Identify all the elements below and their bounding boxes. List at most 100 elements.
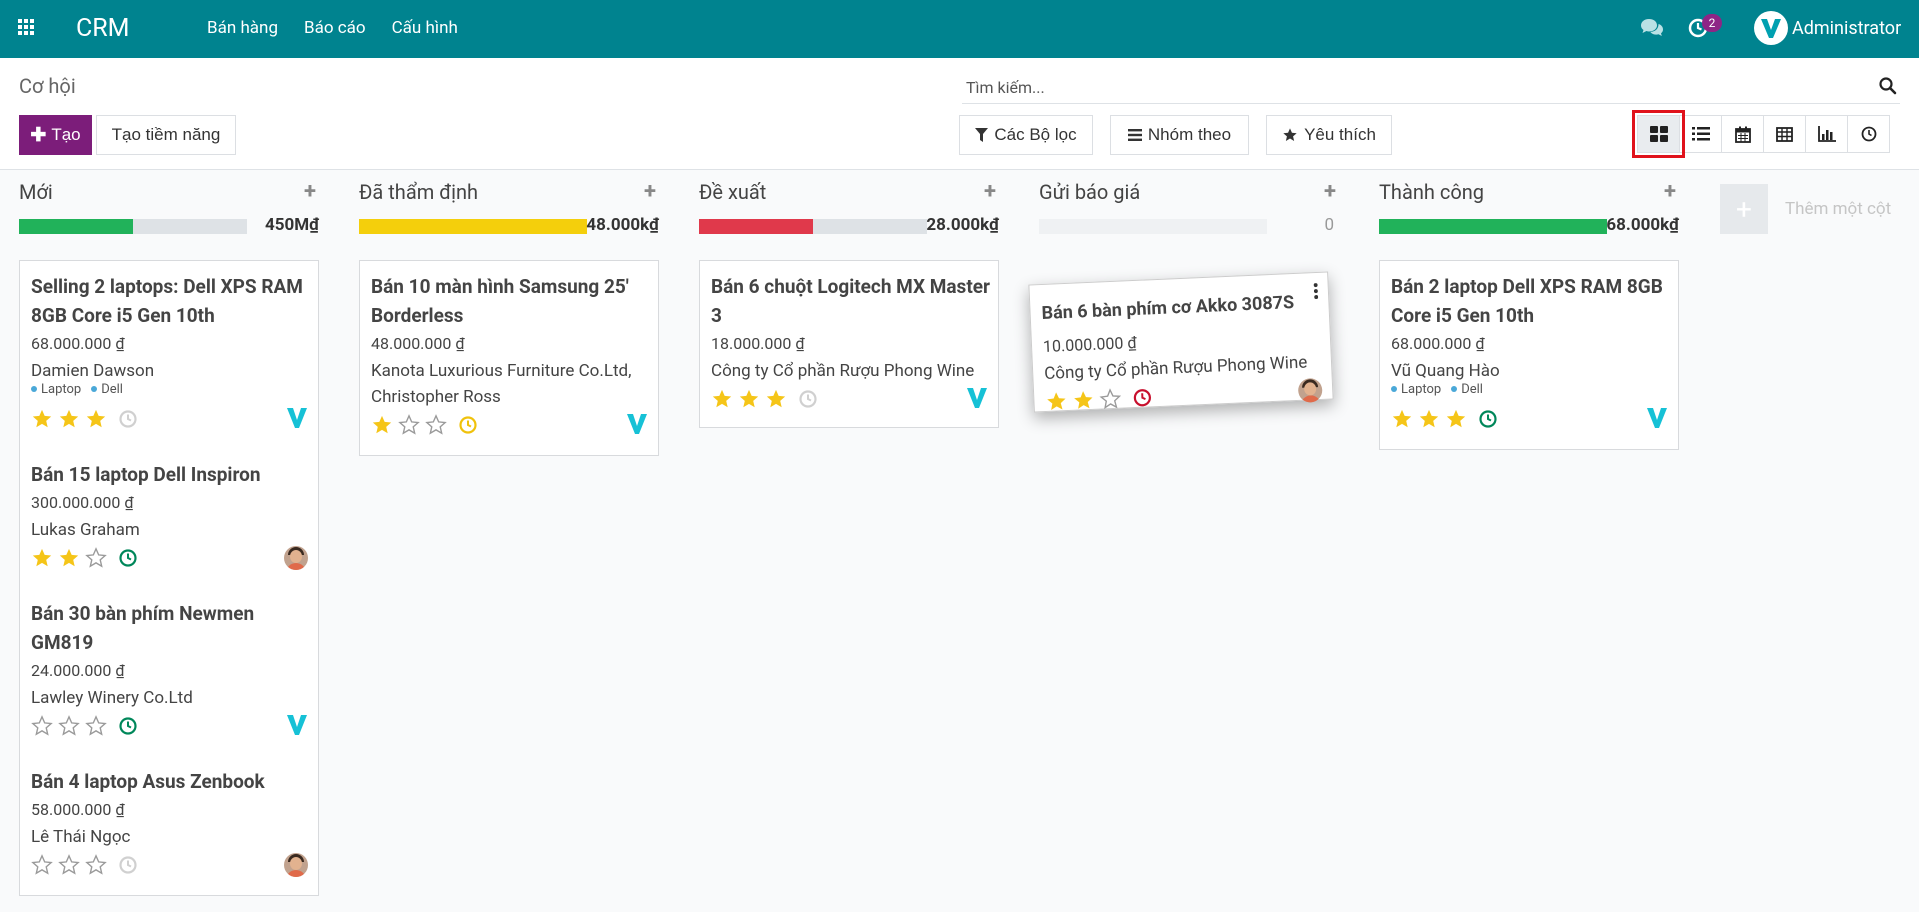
activity-clock-icon[interactable] (118, 855, 138, 875)
star-empty-icon[interactable] (58, 854, 80, 876)
activity-clock-icon[interactable] (458, 415, 478, 435)
kanban-card[interactable]: Bán 6 chuột Logitech MX Master 3 18.000.0… (699, 260, 999, 428)
apps-menu-icon[interactable] (18, 19, 36, 37)
activity-view-button[interactable] (1847, 115, 1890, 153)
progress-segment[interactable] (1379, 219, 1607, 234)
kanban-card[interactable]: Bán 15 laptop Dell Inspiron 300.000.000 ₫… (19, 449, 319, 589)
column-quick-create-icon[interactable]: + (984, 179, 996, 204)
avatar[interactable] (1297, 377, 1323, 403)
column-progress-bar[interactable] (1039, 219, 1267, 234)
column-quick-create-icon[interactable]: + (1664, 179, 1676, 204)
star-filled-icon[interactable] (31, 547, 53, 569)
star-filled-icon[interactable] (1445, 408, 1467, 430)
card-assignee[interactable] (284, 853, 308, 877)
star-empty-icon[interactable] (58, 715, 80, 737)
column-title[interactable]: Đã thẩm định (359, 180, 478, 204)
star-filled-icon[interactable] (31, 408, 53, 430)
star-filled-icon[interactable] (85, 408, 107, 430)
kanban-card[interactable]: Bán 2 laptop Dell XPS RAM 8GB Core i5 Ge… (1379, 260, 1679, 450)
user-avatar[interactable] (1754, 11, 1788, 45)
search-input[interactable] (966, 76, 1846, 98)
favorites-button[interactable]: Yêu thích (1266, 115, 1392, 155)
card-assignee[interactable] (1646, 406, 1668, 434)
v-logo-icon[interactable] (1646, 406, 1668, 430)
card-assignee[interactable] (966, 386, 988, 414)
pivot-view-button[interactable] (1763, 115, 1806, 153)
app-brand[interactable]: CRM (76, 14, 130, 43)
v-logo-icon[interactable] (626, 412, 648, 436)
progress-segment[interactable] (19, 219, 133, 234)
card-menu-icon[interactable] (1313, 283, 1319, 303)
progress-segment[interactable] (699, 219, 813, 234)
kanban-view-button[interactable] (1632, 110, 1685, 158)
column-title[interactable]: Mới (19, 180, 53, 204)
search-icon[interactable] (1878, 76, 1898, 96)
star-filled-icon[interactable] (711, 388, 733, 410)
column-progress-bar[interactable] (359, 219, 587, 234)
user-name[interactable]: Administrator (1792, 18, 1901, 39)
star-empty-icon[interactable] (398, 414, 420, 436)
column-progress-bar[interactable] (1379, 219, 1607, 234)
activity-clock-icon[interactable] (798, 389, 818, 409)
v-logo-icon[interactable] (286, 713, 308, 737)
star-filled-icon[interactable] (1045, 390, 1068, 413)
star-empty-icon[interactable] (425, 414, 447, 436)
star-filled-icon[interactable] (1418, 408, 1440, 430)
star-filled-icon[interactable] (371, 414, 393, 436)
star-filled-icon[interactable] (1391, 408, 1413, 430)
card-assignee[interactable] (286, 406, 308, 434)
avatar[interactable] (284, 546, 308, 570)
v-logo-icon[interactable] (286, 406, 308, 430)
kanban-card[interactable]: Bán 4 laptop Asus Zenbook 58.000.000 ₫ Lê … (19, 756, 319, 896)
column-quick-create-icon[interactable]: + (1324, 179, 1336, 204)
star-empty-icon[interactable] (1099, 388, 1122, 411)
star-filled-icon[interactable] (765, 388, 787, 410)
star-empty-icon[interactable] (85, 715, 107, 737)
add-column-label[interactable]: Thêm một cột (1785, 199, 1891, 219)
v-logo-icon[interactable] (966, 386, 988, 410)
star-empty-icon[interactable] (31, 854, 53, 876)
activity-clock-icon[interactable] (1478, 409, 1498, 429)
card-assignee[interactable] (626, 412, 648, 440)
menu-item-sales[interactable]: Bán hàng (207, 18, 278, 38)
groupby-button[interactable]: Nhóm theo (1110, 115, 1249, 155)
column-title[interactable]: Thành công (1379, 180, 1484, 204)
card-assignee[interactable] (1297, 377, 1323, 403)
star-filled-icon[interactable] (1072, 389, 1095, 412)
star-filled-icon[interactable] (738, 388, 760, 410)
kanban-card[interactable]: Selling 2 laptops: Dell XPS RAM 8GB Core… (19, 260, 319, 450)
star-empty-icon[interactable] (85, 854, 107, 876)
activity-clock-icon[interactable] (118, 548, 138, 568)
kanban-card[interactable]: Bán 10 màn hình Samsung 25' Borderless 48… (359, 260, 659, 456)
star-empty-icon[interactable] (85, 547, 107, 569)
progress-segment[interactable] (359, 219, 587, 234)
list-view-button[interactable] (1679, 115, 1722, 153)
star-empty-icon[interactable] (31, 715, 53, 737)
column-title[interactable]: Gửi báo giá (1039, 180, 1140, 204)
add-column-button[interactable]: + (1720, 184, 1768, 234)
card-assignee[interactable] (284, 546, 308, 570)
column-progress-bar[interactable] (19, 219, 247, 234)
tag[interactable]: Laptop (1391, 382, 1441, 397)
kanban-card[interactable]: Bán 30 bàn phím Newmen GM819 24.000.000 ₫… (19, 588, 319, 757)
column-title[interactable]: Đề xuất (699, 180, 766, 204)
activity-clock-icon[interactable] (1132, 387, 1153, 408)
star-filled-icon[interactable] (58, 547, 80, 569)
graph-view-button[interactable] (1805, 115, 1848, 153)
column-progress-bar[interactable] (699, 219, 927, 234)
star-filled-icon[interactable] (58, 408, 80, 430)
menu-item-reports[interactable]: Báo cáo (304, 18, 366, 38)
calendar-view-button[interactable] (1721, 115, 1764, 153)
kanban-card[interactable]: Bán 6 bàn phím cơ Akko 3087S 10.000.000 ₫… (1028, 271, 1334, 413)
chat-icon[interactable] (1640, 17, 1664, 39)
column-quick-create-icon[interactable]: + (304, 179, 316, 204)
activity-clock-icon[interactable] (118, 409, 138, 429)
column-quick-create-icon[interactable]: + (644, 179, 656, 204)
tag[interactable]: Dell (91, 382, 123, 397)
create-button[interactable]: ✚ Tạo (19, 115, 92, 155)
tag[interactable]: Dell (1451, 382, 1483, 397)
tag[interactable]: Laptop (31, 382, 81, 397)
create-lead-button[interactable]: Tạo tiềm năng (96, 115, 236, 155)
card-assignee[interactable] (286, 713, 308, 741)
filters-button[interactable]: Các Bộ lọc (959, 115, 1093, 155)
